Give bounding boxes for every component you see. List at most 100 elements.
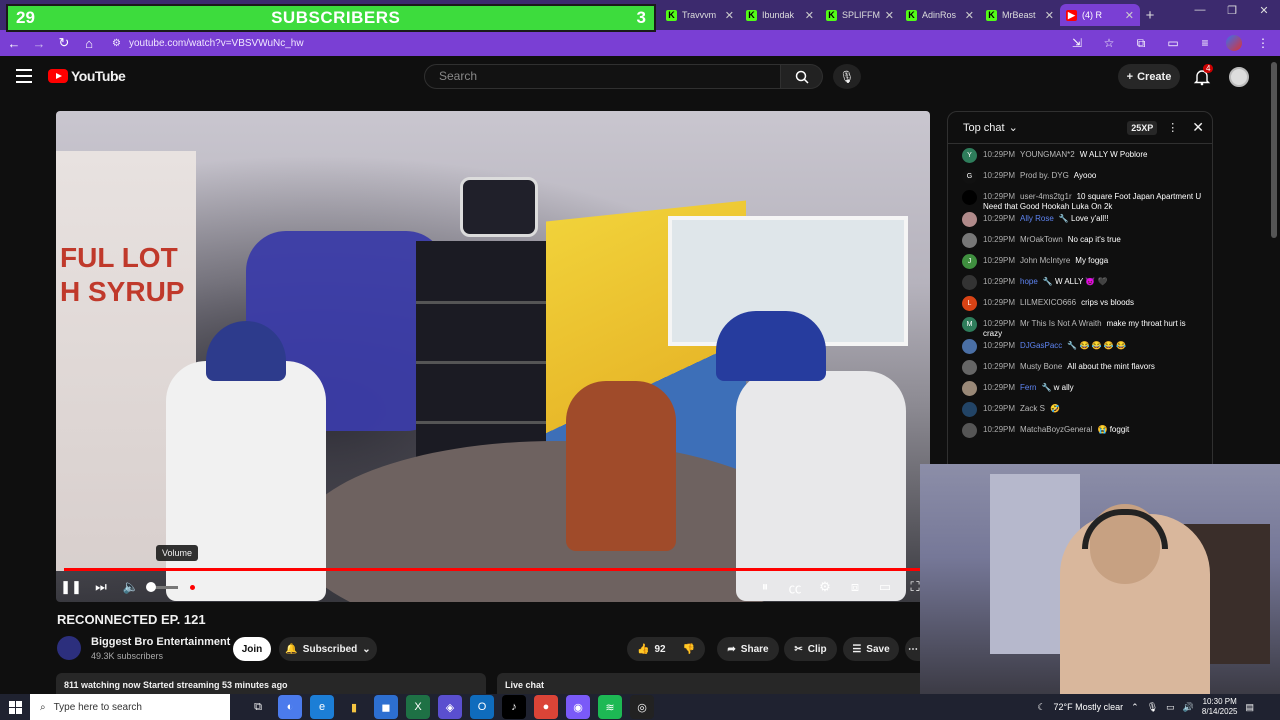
chat-message[interactable]: 10:29PM Zack S 🤣 bbox=[962, 402, 1206, 423]
tiktok-icon[interactable]: ♪ bbox=[502, 695, 526, 719]
chat-message[interactable]: 10:29PM MrOakTown No cap it's true bbox=[962, 233, 1206, 254]
back-icon[interactable]: ← bbox=[3, 32, 25, 54]
tab-3[interactable]: K AdinRos ✕ bbox=[900, 4, 980, 26]
next-icon[interactable]: ⏭ bbox=[86, 573, 116, 601]
video-player[interactable]: FUL LOT H SYRUP Volume ❚❚ ⏭ 🔈 LIVE ⏸ ㏄ ⚙ … bbox=[56, 111, 930, 602]
bookmark-star-icon[interactable]: ☆ bbox=[1098, 32, 1120, 54]
close-tab-icon[interactable]: ✕ bbox=[1125, 9, 1134, 22]
chat-author-name[interactable]: MrOakTown bbox=[1020, 235, 1063, 244]
chat-author-avatar[interactable] bbox=[962, 339, 977, 354]
chat-message[interactable]: 10:29PM MatchaBoyzGeneral 😭 foggit bbox=[962, 423, 1206, 444]
chat-author-name[interactable]: Zack S bbox=[1020, 404, 1045, 413]
chat-author-avatar[interactable] bbox=[962, 360, 977, 375]
menu-hamburger-icon[interactable] bbox=[16, 69, 32, 83]
chat-author-name[interactable]: user-4ms2tg1r bbox=[1020, 192, 1072, 201]
chat-message[interactable]: 10:29PM user-4ms2tg1r 10 square Foot Japan… bbox=[962, 190, 1206, 212]
tab-4[interactable]: K MrBeast ✕ bbox=[980, 4, 1060, 26]
install-app-icon[interactable]: ⇲ bbox=[1066, 32, 1088, 54]
minimize-icon[interactable]: — bbox=[1184, 4, 1216, 17]
search-button[interactable] bbox=[781, 64, 823, 89]
split-screen-icon[interactable]: ▭ bbox=[1162, 32, 1184, 54]
chat-author-name[interactable]: LILMEXICO666 bbox=[1020, 298, 1076, 307]
page-scrollbar[interactable] bbox=[1271, 62, 1277, 238]
chat-author-name[interactable]: Fern bbox=[1020, 383, 1036, 392]
volume-slider-knob[interactable] bbox=[146, 581, 156, 592]
maximize-icon[interactable]: ❐ bbox=[1216, 4, 1248, 17]
obs-icon[interactable]: ◎ bbox=[630, 695, 654, 719]
top-chat-dropdown[interactable]: Top chat ⌄ bbox=[963, 121, 1127, 135]
close-tab-icon[interactable]: ✕ bbox=[725, 9, 734, 22]
chat-author-name[interactable]: YOUNGMAN*2 bbox=[1020, 150, 1075, 159]
chat-author-name[interactable]: John McIntyre bbox=[1020, 256, 1070, 265]
menu-dots-icon[interactable]: ⋮ bbox=[1252, 32, 1274, 54]
theater-mode-icon[interactable]: ▭ bbox=[870, 573, 900, 601]
miniplayer-icon[interactable]: ⧈ bbox=[840, 573, 870, 601]
store-icon[interactable]: ◼ bbox=[374, 695, 398, 719]
chat-author-name[interactable]: Ally Rose bbox=[1020, 214, 1054, 223]
chat-author-name[interactable]: DJGasPacc bbox=[1020, 341, 1062, 350]
chat-message[interactable]: G 10:29PM Prod by. DYG Ayooo bbox=[962, 169, 1206, 190]
chat-author-avatar[interactable] bbox=[962, 381, 977, 396]
close-tab-icon[interactable]: ✕ bbox=[965, 9, 974, 22]
chat-message[interactable]: J 10:29PM John McIntyre My fogga bbox=[962, 254, 1206, 275]
chat-author-avatar[interactable]: J bbox=[962, 254, 977, 269]
chat-author-name[interactable]: Mr This Is Not A Wraith bbox=[1020, 319, 1102, 328]
chat-message[interactable]: Y 10:29PM YOUNGMAN*2 W ALLY W Poblore bbox=[962, 148, 1206, 169]
chat-author-avatar[interactable]: M bbox=[962, 317, 977, 332]
profile-avatar[interactable] bbox=[1226, 35, 1242, 51]
home-icon[interactable]: ⌂ bbox=[78, 32, 100, 54]
tab-1[interactable]: K Ibundak ✕ bbox=[740, 4, 820, 26]
close-tab-icon[interactable]: ✕ bbox=[805, 9, 814, 22]
subscribed-button[interactable]: 🔔 Subscribed ⌄ bbox=[279, 637, 377, 661]
notifications-tray-icon[interactable]: ▤ bbox=[1245, 702, 1254, 713]
chat-author-name[interactable]: MatchaBoyzGeneral bbox=[1020, 425, 1092, 434]
site-info-icon[interactable]: ⚙ bbox=[112, 38, 121, 49]
create-button[interactable]: + Create bbox=[1118, 64, 1180, 89]
spotify-icon[interactable]: ≋ bbox=[598, 695, 622, 719]
volume-icon[interactable]: 🔈 bbox=[116, 573, 146, 601]
save-button[interactable]: ☰ Save bbox=[843, 637, 899, 661]
close-tab-icon[interactable]: ✕ bbox=[885, 9, 894, 22]
chat-message[interactable]: M 10:29PM Mr This Is Not A Wraith make my t… bbox=[962, 317, 1206, 339]
like-button[interactable]: 👍 92 bbox=[637, 644, 666, 655]
tab-5-active[interactable]: ▶ (4) R ✕ bbox=[1060, 4, 1140, 26]
reload-icon[interactable]: ↻ bbox=[53, 32, 75, 54]
chat-message[interactable]: 10:29PM Musty Bone All about the mint flav… bbox=[962, 360, 1206, 381]
pause-icon[interactable]: ❚❚ bbox=[56, 573, 86, 601]
chat-author-avatar[interactable] bbox=[962, 212, 977, 227]
weather-text[interactable]: 72°F Mostly clear bbox=[1054, 702, 1124, 712]
start-button[interactable] bbox=[0, 694, 30, 720]
forward-icon[interactable]: → bbox=[28, 32, 50, 54]
extensions-icon[interactable]: ⧉ bbox=[1130, 32, 1152, 54]
chat-message[interactable]: 10:29PM DJGasPacc 🔧 😂 😂 😂 😂 bbox=[962, 339, 1206, 360]
chat-message[interactable]: L 10:29PM LILMEXICO666 crips vs bloods bbox=[962, 296, 1206, 317]
chat-author-name[interactable]: Prod by. DYG bbox=[1020, 171, 1069, 180]
close-tab-icon[interactable]: ✕ bbox=[1045, 9, 1054, 22]
apps-icon[interactable]: ◈ bbox=[438, 695, 462, 719]
volume-tray-icon[interactable]: 🔊 bbox=[1183, 702, 1194, 713]
taskbar-search[interactable]: ⌕ Type here to search bbox=[30, 694, 230, 720]
more-actions-button[interactable]: ⋯ bbox=[905, 637, 921, 661]
chat-more-icon[interactable]: ⋮ bbox=[1167, 121, 1178, 134]
chat-message[interactable]: 10:29PM Fern 🔧 w ally bbox=[962, 381, 1206, 402]
excel-icon[interactable]: X bbox=[406, 695, 430, 719]
mic-tray-icon[interactable]: 🎙 bbox=[1147, 702, 1158, 713]
settings-gear-icon[interactable]: ⚙ bbox=[810, 573, 840, 601]
channel-name[interactable]: Biggest Bro Entertainment bbox=[91, 636, 230, 648]
new-tab-button[interactable]: + bbox=[1140, 4, 1160, 26]
youtube-logo[interactable]: YouTube bbox=[48, 68, 126, 84]
channel-avatar[interactable] bbox=[57, 636, 81, 660]
task-view-icon[interactable]: ⧉ bbox=[246, 695, 270, 719]
discord-icon[interactable]: ◉ bbox=[566, 695, 590, 719]
reading-list-icon[interactable]: ≡ bbox=[1194, 32, 1216, 54]
dislike-button[interactable]: 👎 bbox=[683, 644, 695, 655]
clip-button[interactable]: ✂ Clip bbox=[784, 637, 837, 661]
live-badge[interactable]: LIVE bbox=[190, 582, 219, 592]
chat-author-avatar[interactable]: Y bbox=[962, 148, 977, 163]
chrome-icon[interactable]: ● bbox=[534, 695, 558, 719]
autoplay-toggle-icon[interactable]: ⏸ bbox=[750, 573, 780, 601]
outlook-icon[interactable]: O bbox=[470, 695, 494, 719]
xp-badge[interactable]: 25XP bbox=[1127, 120, 1158, 135]
chat-message[interactable]: 10:29PM Ally Rose 🔧 Love y'all!! bbox=[962, 212, 1206, 233]
copilot-icon[interactable]: ◐ bbox=[278, 695, 302, 719]
